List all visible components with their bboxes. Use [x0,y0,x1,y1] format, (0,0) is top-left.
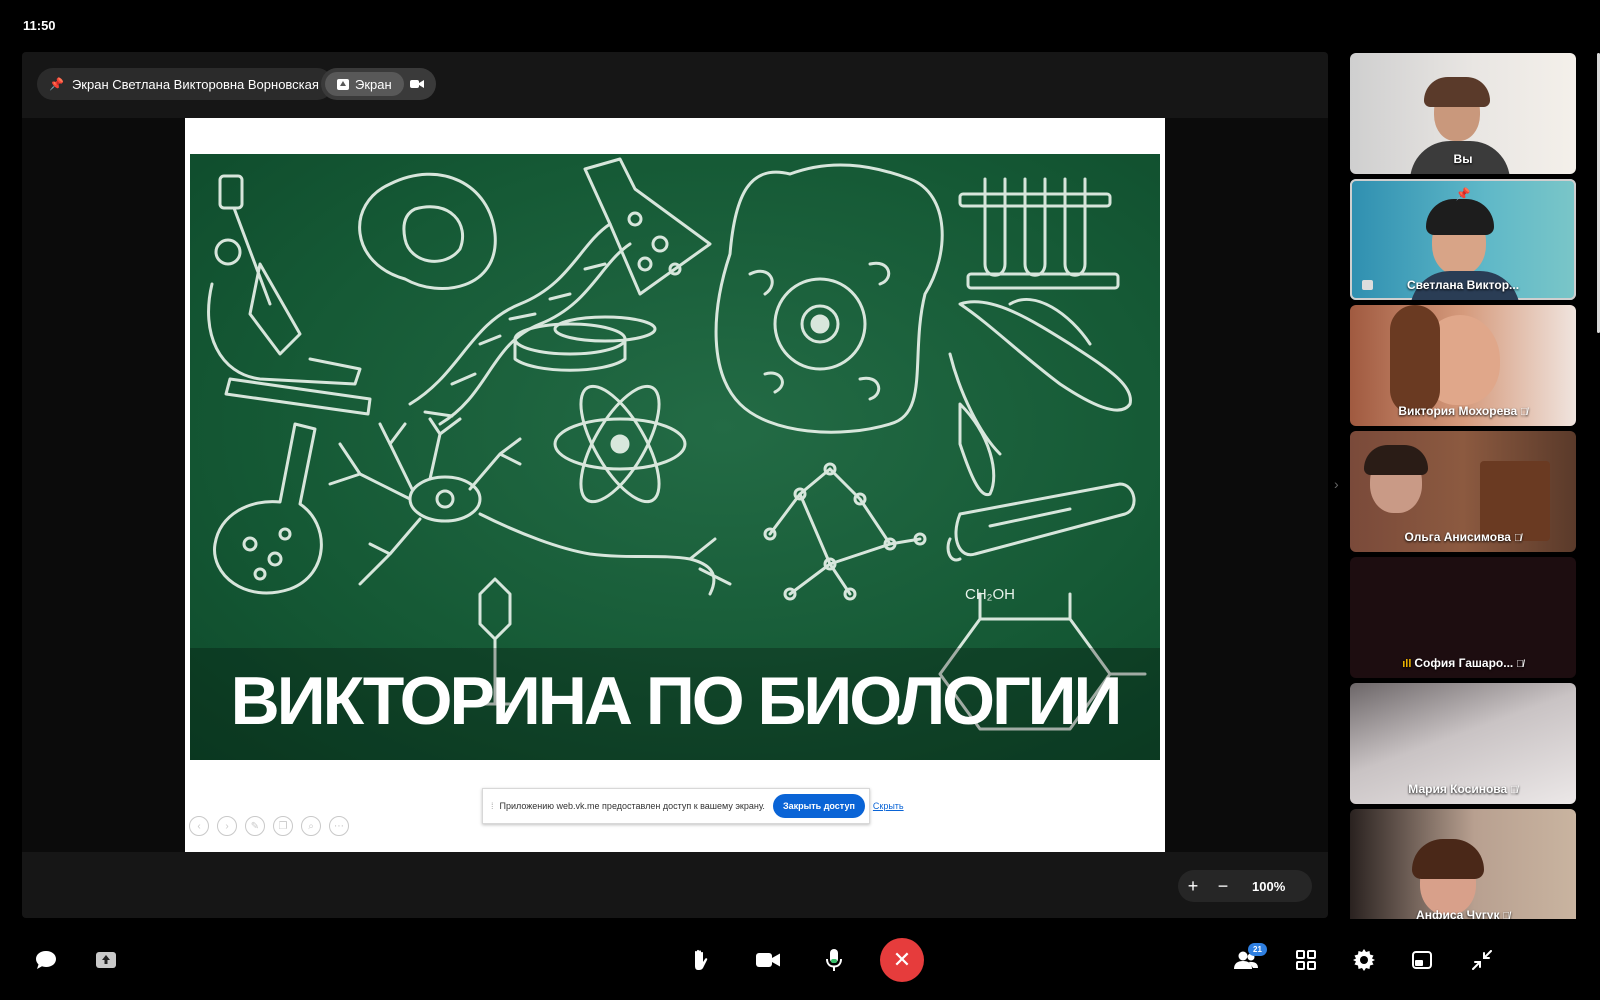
camera-view-button[interactable] [409,76,424,92]
layout-icon [1412,951,1432,969]
chem-label: CH₂OH [965,586,1015,603]
participant-tile[interactable]: Ольга Анисимова 🎙̸ [1350,431,1576,552]
stage-footer: + − 100% [22,852,1328,918]
prev-slide-icon[interactable]: ‹ [189,816,209,836]
screen-view-label: Экран [355,76,392,92]
participant-tile[interactable]: Анфиса Чугук 🎙̸ [1350,809,1576,919]
chevron-right-icon[interactable]: › [1334,476,1339,492]
quiz-title: ВИКТОРИНА ПО БИОЛОГИИ [230,663,1123,739]
stop-sharing-button[interactable]: Закрыть доступ [772,794,865,818]
participant-name: София Гашаро... [1414,656,1514,670]
hide-notice-link[interactable]: Скрыть [873,801,904,811]
participant-name: Светлана Виктор... [1406,278,1520,292]
copy-icon[interactable]: ❐ [273,816,293,836]
next-slide-icon[interactable]: › [217,816,237,836]
settings-icon [1353,949,1375,971]
participant-name: Анфиса Чугук [1416,908,1500,919]
participant-tile[interactable]: Вы [1350,53,1576,174]
participant-name: Вы [1453,152,1473,166]
view-switcher: Экран [321,68,436,100]
collapse-icon [1472,950,1492,970]
camera-icon [756,953,780,967]
clock: 11:50 [23,18,56,33]
quiz-banner: CH₂OH ВИКТОРИНА ПО БИОЛОГИИ [190,154,1160,760]
speaking-indicator-icon: ıll [1402,658,1412,670]
mic-off-icon: 🎙̸ [1520,407,1528,418]
collapse-button[interactable] [1470,948,1494,972]
participants-panel: Вы 📌 Светлана Виктор... Виктория Мохорев… [1350,53,1576,919]
participant-tile[interactable]: Мария Косинова 🎙̸ [1350,683,1576,804]
more-icon[interactable]: ⋯ [329,816,349,836]
mic-off-icon: 🎙̸ [1516,659,1524,670]
pinned-screen-pill[interactable]: 📌 Экран Светлана Викторовна Ворновская [37,68,333,100]
camera-icon [409,80,424,88]
chat-button[interactable] [34,948,58,972]
participant-name: Виктория Мохорева [1398,404,1518,418]
slide-toolbar: ‹ › ✎ ❐ ⌕ ⋯ [189,816,357,836]
participant-tile[interactable]: ıll София Гашаро... 🎙̸ [1350,557,1576,678]
share-screen-icon [337,78,349,90]
zoom-icon[interactable]: ⌕ [301,816,321,836]
notice-message: Приложению web.vk.me предоставлен доступ… [499,801,765,811]
settings-button[interactable] [1352,948,1376,972]
raise-hand-button[interactable] [688,948,712,972]
pinned-screen-label: Экран Светлана Викторовна Ворновская [71,76,319,92]
pin-icon: 📌 [49,77,64,91]
stage-header: 📌 Экран Светлана Викторовна Ворновская Э… [22,52,1328,118]
grid-view-button[interactable] [1294,948,1318,972]
camera-button[interactable] [756,948,780,972]
main-stage: 📌 Экран Светлана Викторовна Ворновская Э… [22,52,1328,918]
screen-share-notice: ⁞ Приложению web.vk.me предоставлен дост… [482,788,904,824]
raise-hand-icon [695,949,708,970]
zoom-value: 100% [1252,878,1286,894]
microphone-icon [826,949,842,971]
chat-icon [36,951,56,969]
grid-icon [1296,950,1316,970]
participants-count-badge: 21 [1248,943,1267,956]
zoom-out-button[interactable]: − [1208,876,1238,897]
zoom-control: + − 100% [1178,870,1312,902]
share-screen-icon [96,952,116,968]
end-call-icon: ✕ [892,947,912,972]
participant-name: Ольга Анисимова [1404,530,1511,544]
drag-handle-icon[interactable]: ⁞ [491,801,494,811]
pin-icon[interactable]: 📌 [1350,187,1576,201]
share-screen-button[interactable] [94,948,118,972]
screen-view-button[interactable]: Экран [325,72,404,96]
end-call-button[interactable]: ✕ [880,938,924,982]
shared-screen: CH₂OH ВИКТОРИНА ПО БИОЛОГИИ ⁞ Приложению… [185,118,1165,852]
mic-off-icon: 🎙̸ [1510,785,1518,796]
participant-name: Мария Косинова [1408,782,1508,796]
participant-tile[interactable]: Виктория Мохорева 🎙̸ [1350,305,1576,426]
zoom-in-button[interactable]: + [1178,876,1208,897]
mic-off-icon: 🎙̸ [1513,533,1522,544]
layout-button[interactable] [1410,948,1434,972]
pen-icon[interactable]: ✎ [245,816,265,836]
mic-off-icon: 🎙̸ [1502,911,1510,919]
microphone-button[interactable] [822,948,846,972]
participant-tile-pinned[interactable]: 📌 Светлана Виктор... [1350,179,1576,300]
